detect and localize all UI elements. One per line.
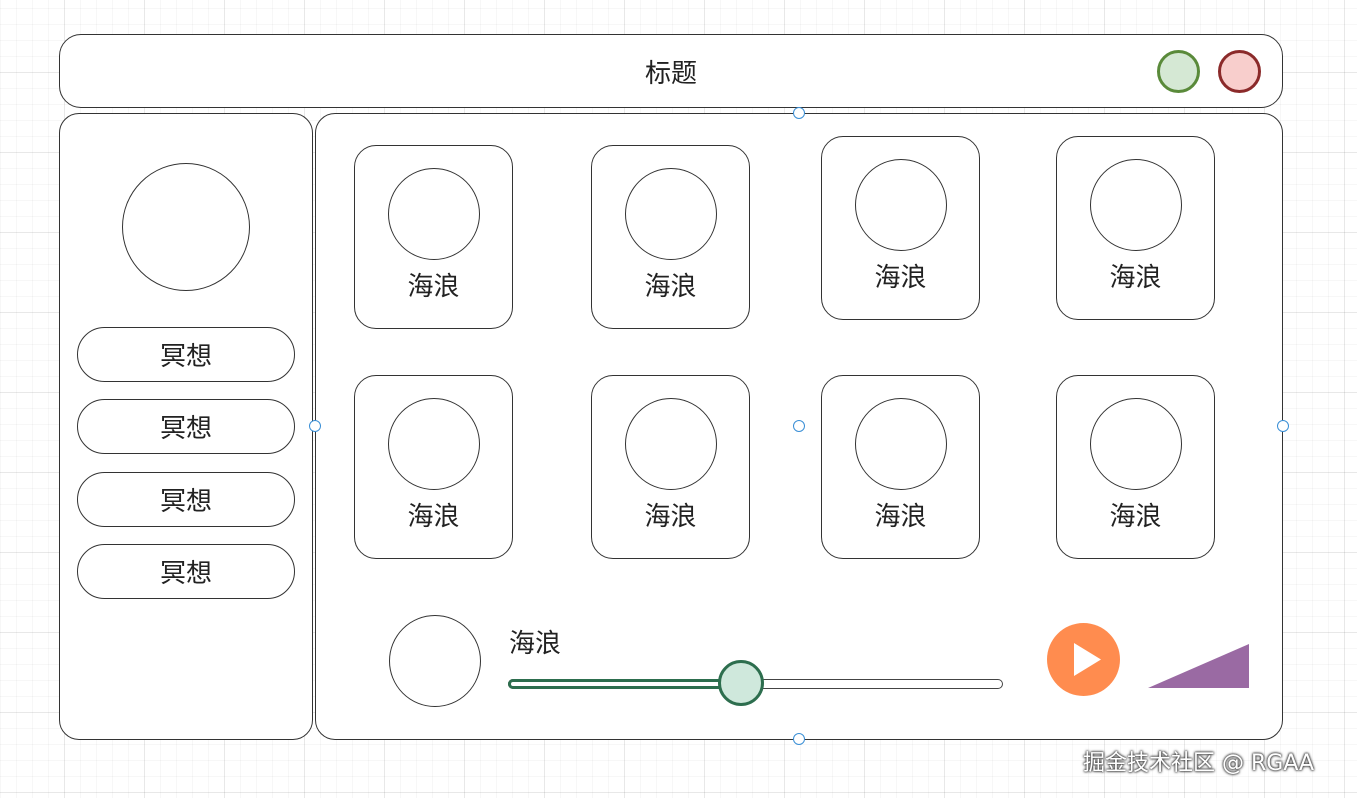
sound-card-label: 海浪 [1109,501,1162,532]
volume-icon[interactable] [1148,644,1250,689]
sound-card-label: 海浪 [1109,262,1162,293]
sound-card-image [1090,159,1182,251]
sound-card-image [388,168,480,260]
sound-card-label: 海浪 [407,271,460,302]
sound-card-image [1090,398,1182,490]
sound-card[interactable]: 海浪 [1056,375,1215,559]
progress-slider-fill [508,679,743,689]
sidebar-item-meditation-4[interactable]: 冥想 [77,544,295,599]
sound-card[interactable]: 海浪 [821,136,980,320]
sound-card-label: 海浪 [407,501,460,532]
close-button[interactable] [1218,50,1261,93]
sound-card[interactable]: 海浪 [354,145,513,329]
sound-card[interactable]: 海浪 [354,375,513,559]
sound-card[interactable]: 海浪 [821,375,980,559]
sound-card-image [625,168,717,260]
window-title: 标题 [644,58,697,89]
progress-slider-thumb[interactable] [718,660,764,706]
sidebar-item-meditation-3[interactable]: 冥想 [77,472,295,527]
avatar[interactable] [122,163,250,291]
sidebar-item-meditation-1[interactable]: 冥想 [77,327,295,382]
sound-card[interactable]: 海浪 [1056,136,1215,320]
sound-card-label: 海浪 [644,501,697,532]
sound-card-label: 海浪 [644,271,697,302]
sound-card-label: 海浪 [874,501,927,532]
selection-handle-bottom[interactable] [793,733,805,745]
title-bar: 标题 [59,34,1283,108]
sound-card-image [388,398,480,490]
sound-card[interactable]: 海浪 [591,375,750,559]
sound-card[interactable]: 海浪 [591,145,750,329]
play-icon [1074,643,1101,676]
now-playing-cover [389,615,481,707]
selection-handle-center[interactable] [793,420,805,432]
now-playing-title: 海浪 [509,628,562,659]
sidebar-item-meditation-2[interactable]: 冥想 [77,399,295,454]
selection-handle-left[interactable] [309,420,321,432]
play-button[interactable] [1047,623,1120,696]
sound-card-image [625,398,717,490]
selection-handle-right[interactable] [1277,420,1289,432]
sound-card-label: 海浪 [874,262,927,293]
selection-handle-top[interactable] [793,107,805,119]
maximize-button[interactable] [1157,50,1200,93]
sound-card-image [855,159,947,251]
sidebar: 冥想 冥想 冥想 冥想 [59,113,313,740]
watermark: 掘金技术社区 @ RGAA [1083,751,1315,776]
sound-card-image [855,398,947,490]
